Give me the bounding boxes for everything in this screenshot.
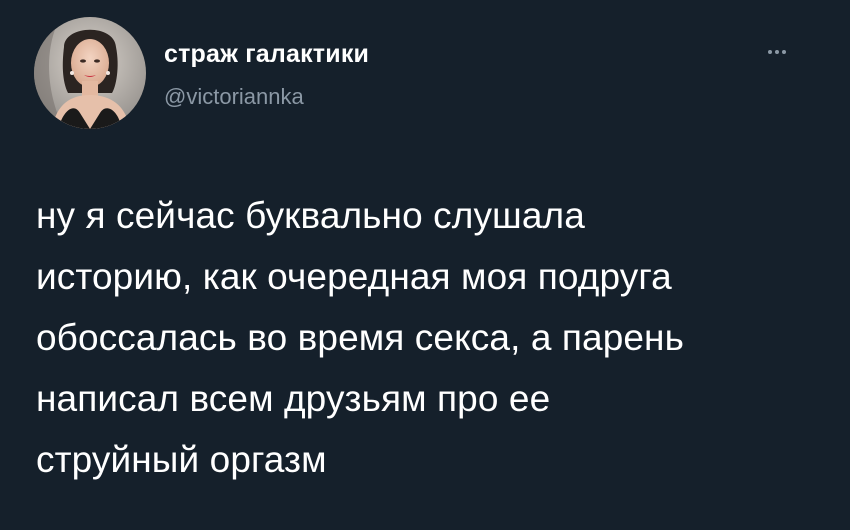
more-dot <box>768 50 772 54</box>
tweet-text-line: историю, как очередная моя подруга <box>36 256 672 297</box>
more-options-icon[interactable] <box>760 40 794 64</box>
more-dot <box>782 50 786 54</box>
tweet-text-line: обоссалась во время секса, а парень <box>36 317 684 358</box>
tweet-text-line: струйный оргазм <box>36 439 327 480</box>
more-dot <box>775 50 779 54</box>
author-display-name[interactable]: страж галактики <box>164 40 369 69</box>
avatar-photo-icon <box>34 17 146 129</box>
avatar[interactable] <box>34 17 146 129</box>
tweet-card: страж галактики @victoriannka ну я сейча… <box>0 0 850 530</box>
author-handle[interactable]: @victoriannka <box>164 84 304 110</box>
tweet-text-line: написал всем друзьям про ее <box>36 378 551 419</box>
tweet-text: ну я сейчас буквально слушала историю, к… <box>36 185 826 490</box>
tweet-text-line: ну я сейчас буквально слушала <box>36 195 585 236</box>
